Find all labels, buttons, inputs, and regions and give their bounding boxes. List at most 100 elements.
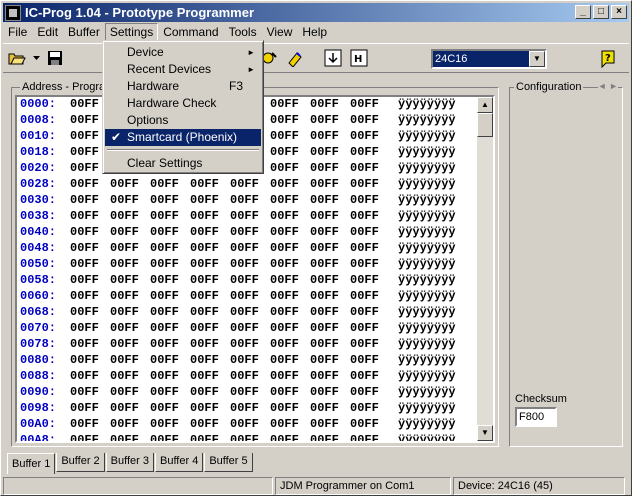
chevron-down-icon[interactable]: ▼ [529, 51, 545, 67]
hex-word[interactable]: 00FF [230, 417, 259, 431]
menu-command[interactable]: Command [158, 23, 223, 41]
hex-word[interactable]: 00FF [350, 433, 379, 441]
hex-word[interactable]: 00FF [350, 417, 379, 431]
hex-word[interactable]: 00FF [310, 353, 339, 367]
open-dropdown-icon[interactable] [31, 47, 41, 69]
hex-word[interactable]: 00FF [110, 209, 139, 223]
hex-word[interactable]: 00FF [270, 145, 299, 159]
hex-word[interactable]: 00FF [230, 225, 259, 239]
hex-word[interactable]: 00FF [310, 385, 339, 399]
scroll-down-icon[interactable]: ▼ [477, 425, 493, 441]
hex-word[interactable]: 00FF [350, 177, 379, 191]
hex-word[interactable]: 00FF [270, 209, 299, 223]
hex-word[interactable]: 00FF [110, 273, 139, 287]
hex-word[interactable]: 00FF [230, 273, 259, 287]
hex-word[interactable]: 00FF [230, 369, 259, 383]
hex-word[interactable]: 00FF [190, 385, 219, 399]
hex-word[interactable]: 00FF [350, 129, 379, 143]
close-button[interactable]: × [611, 5, 627, 19]
hex-word[interactable]: 00FF [270, 305, 299, 319]
hex-word[interactable]: 00FF [350, 273, 379, 287]
hex-word[interactable]: 00FF [230, 305, 259, 319]
hex-word[interactable]: 00FF [310, 273, 339, 287]
hex-word[interactable]: 00FF [70, 129, 99, 143]
hex-word[interactable]: 00FF [310, 161, 339, 175]
hex-word[interactable]: 00FF [230, 177, 259, 191]
hex-word[interactable]: 00FF [230, 257, 259, 271]
hex-word[interactable]: 00FF [190, 321, 219, 335]
hex-word[interactable]: 00FF [150, 193, 179, 207]
verify-icon[interactable] [321, 47, 345, 69]
hex-word[interactable]: 00FF [150, 417, 179, 431]
hex-word[interactable]: 00FF [110, 289, 139, 303]
hex-word[interactable]: 00FF [190, 353, 219, 367]
hex-word[interactable]: 00FF [270, 369, 299, 383]
device-select[interactable]: 24C16 ▼ [431, 49, 547, 69]
hex-word[interactable]: 00FF [270, 401, 299, 415]
hex-word[interactable]: 00FF [230, 289, 259, 303]
hex-word[interactable]: 00FF [70, 353, 99, 367]
hex-word[interactable]: 00FF [110, 337, 139, 351]
hex-word[interactable]: 00FF [70, 209, 99, 223]
hex-word[interactable]: 00FF [350, 257, 379, 271]
hex-word[interactable]: 00FF [270, 129, 299, 143]
hex-word[interactable]: 00FF [270, 321, 299, 335]
hex-word[interactable]: 00FF [70, 289, 99, 303]
hex-word[interactable]: 00FF [270, 241, 299, 255]
hex-word[interactable]: 00FF [310, 417, 339, 431]
hex-word[interactable]: 00FF [110, 257, 139, 271]
hex-word[interactable]: 00FF [270, 273, 299, 287]
hex-word[interactable]: 00FF [110, 177, 139, 191]
menu-view[interactable]: View [262, 23, 298, 41]
hex-word[interactable]: 00FF [190, 417, 219, 431]
hex-view-icon[interactable]: H [347, 47, 371, 69]
hex-word[interactable]: 00FF [230, 433, 259, 441]
hex-word[interactable]: 00FF [150, 289, 179, 303]
scroll-thumb[interactable] [477, 113, 493, 137]
hex-word[interactable]: 00FF [70, 305, 99, 319]
hex-word[interactable]: 00FF [350, 385, 379, 399]
hex-word[interactable]: 00FF [150, 273, 179, 287]
hex-word[interactable]: 00FF [70, 241, 99, 255]
hex-word[interactable]: 00FF [310, 257, 339, 271]
tab-buffer-1[interactable]: Buffer 1 [7, 453, 56, 474]
hex-word[interactable]: 00FF [150, 177, 179, 191]
hex-word[interactable]: 00FF [150, 305, 179, 319]
hex-word[interactable]: 00FF [110, 417, 139, 431]
hex-word[interactable]: 00FF [270, 353, 299, 367]
menu-item-hardware[interactable]: Hardware F3 [105, 78, 261, 95]
hex-word[interactable]: 00FF [70, 113, 99, 127]
hex-word[interactable]: 00FF [230, 241, 259, 255]
hex-word[interactable]: 00FF [230, 193, 259, 207]
hex-word[interactable]: 00FF [310, 401, 339, 415]
hex-word[interactable]: 00FF [310, 225, 339, 239]
hex-word[interactable]: 00FF [310, 129, 339, 143]
hex-word[interactable]: 00FF [350, 353, 379, 367]
hex-word[interactable]: 00FF [110, 193, 139, 207]
hex-word[interactable]: 00FF [190, 209, 219, 223]
hex-word[interactable]: 00FF [70, 385, 99, 399]
hex-word[interactable]: 00FF [150, 321, 179, 335]
menu-item-options[interactable]: Options [105, 112, 261, 129]
hex-word[interactable]: 00FF [110, 305, 139, 319]
hex-word[interactable]: 00FF [110, 353, 139, 367]
hex-word[interactable]: 00FF [310, 305, 339, 319]
hex-word[interactable]: 00FF [150, 209, 179, 223]
hex-word[interactable]: 00FF [70, 369, 99, 383]
menu-edit[interactable]: Edit [32, 23, 63, 41]
hex-word[interactable]: 00FF [350, 241, 379, 255]
hex-word[interactable]: 00FF [70, 433, 99, 441]
tab-buffer-2[interactable]: Buffer 2 [56, 453, 105, 472]
hex-word[interactable]: 00FF [270, 113, 299, 127]
menu-buffer[interactable]: Buffer [63, 23, 105, 41]
hex-word[interactable]: 00FF [350, 193, 379, 207]
hex-word[interactable]: 00FF [70, 177, 99, 191]
hex-word[interactable]: 00FF [70, 161, 99, 175]
hex-word[interactable]: 00FF [190, 289, 219, 303]
hex-word[interactable]: 00FF [310, 193, 339, 207]
hex-word[interactable]: 00FF [310, 209, 339, 223]
hex-word[interactable]: 00FF [230, 337, 259, 351]
hex-word[interactable]: 00FF [190, 241, 219, 255]
scroll-up-icon[interactable]: ▲ [477, 97, 493, 113]
tab-buffer-5[interactable]: Buffer 5 [204, 453, 253, 472]
